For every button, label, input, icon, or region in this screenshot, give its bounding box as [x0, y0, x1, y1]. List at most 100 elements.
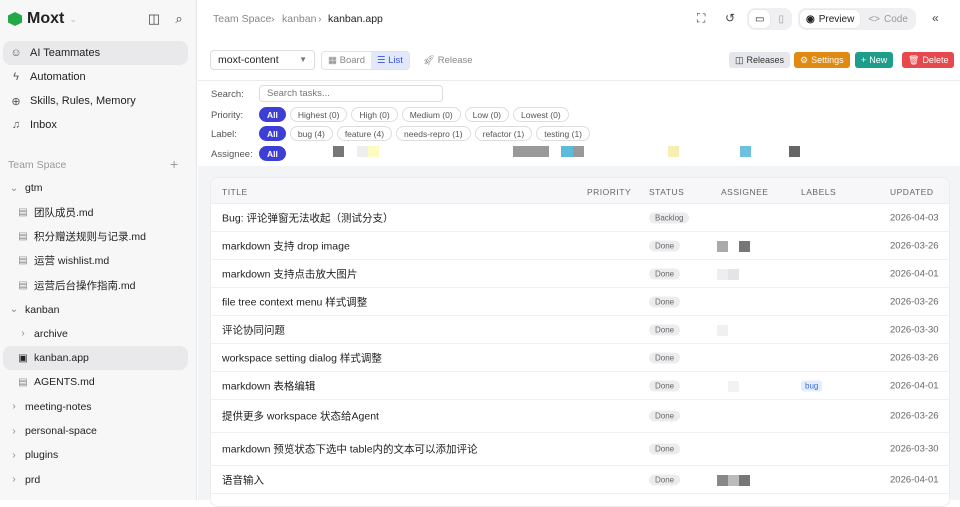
assignee-chip-all[interactable]: All [259, 146, 286, 161]
release-button[interactable]: 🚀︎ Release [423, 55, 473, 66]
breadcrumb-item[interactable]: kanban [282, 13, 316, 25]
updated-date: 2026-03-30 [890, 443, 939, 455]
filter-chip[interactable]: feature (4) [336, 126, 393, 141]
status-badge: Done [649, 443, 681, 455]
avatar[interactable] [573, 146, 584, 157]
col-updated[interactable]: UPDATED [890, 187, 934, 197]
tree-item[interactable]: › plugins [3, 443, 188, 467]
task-title: 评论协同问题 [222, 324, 285, 336]
assignee-avatar [728, 381, 739, 392]
updated-date: 2026-04-03 [890, 212, 939, 223]
settings-button[interactable]: ⚙ Settings [794, 52, 850, 68]
table-row[interactable]: markdown 支持 drop image Done 2026-03-26 [211, 232, 949, 260]
panel-icon: ◫ [735, 54, 744, 65]
filter-chip[interactable]: Lowest (0) [513, 107, 569, 122]
status-badge: Done [649, 268, 681, 279]
fullscreen-icon[interactable]: ⛶ [697, 11, 705, 26]
nav-ai-teammates[interactable]: ☺ AI Teammates [3, 41, 188, 65]
mobile-icon[interactable]: ▯ [772, 10, 790, 28]
filter-chip[interactable]: bug (4) [289, 126, 333, 141]
col-title[interactable]: TITLE [222, 187, 248, 197]
filter-chip[interactable]: refactor (1) [474, 126, 533, 141]
table-row[interactable]: markdown 预览状态下选中 table内的文本可以添加评论 Done 2026… [211, 433, 949, 466]
search-input[interactable] [259, 85, 443, 102]
task-title: 提供更多 workspace 状态给Agent [222, 410, 379, 423]
filter-chip[interactable]: High (0) [351, 107, 398, 122]
tree-item[interactable]: › personal-space [3, 419, 188, 443]
table-row[interactable]: markdown 支持点击放大图片 Done 2026-04-01 [211, 260, 949, 288]
table-row[interactable]: 评论协同问题 Done 2026-03-30 [211, 316, 949, 344]
delete-button[interactable]: 🗑︎ Delete [902, 52, 955, 68]
priority-filter: All Highest (0) High (0) Medium (0) Low (0) L… [259, 107, 569, 122]
filter-chip[interactable]: Highest (0) [289, 107, 348, 122]
board-view-button[interactable]: ▦ Board [322, 52, 371, 69]
add-icon[interactable]: + [170, 156, 178, 172]
moxt-logo-icon [8, 12, 22, 26]
avatar[interactable] [740, 146, 751, 157]
tree-item[interactable]: ▤ 运营 wishlist.md [3, 249, 188, 273]
filter-chip[interactable]: Medium (0) [401, 107, 461, 122]
table-row[interactable]: Bug: 评论弹窗无法收起（测试分支） Backlog 2026-04-03 [211, 204, 949, 232]
avatar[interactable] [368, 146, 379, 157]
list-view-button[interactable]: ☰ List [370, 52, 409, 69]
filter-chip[interactable]: needs-repro (1) [396, 126, 471, 141]
code-tab[interactable]: <> Code [862, 10, 914, 28]
tree-item[interactable]: ▤ 运营后台操作指南.md [3, 273, 188, 297]
avatar[interactable] [357, 146, 368, 157]
tree-item-label: 运营后台操作指南.md [34, 279, 136, 292]
avatar[interactable] [668, 146, 679, 157]
col-status[interactable]: STATUS [649, 187, 684, 197]
sidebar-toggle-icon[interactable]: ◫ [147, 12, 161, 26]
filter-chip[interactable]: Low (0) [464, 107, 510, 122]
col-assignee[interactable]: ASSIGNEE [721, 187, 768, 197]
table-row[interactable]: file tree context menu 样式调整 Done 2026-03-2… [211, 288, 949, 316]
preview-tab[interactable]: ◉ Preview [800, 10, 861, 28]
tree-item[interactable]: ▤ AGENTS.md [3, 370, 188, 394]
collapse-icon[interactable]: « [932, 11, 939, 25]
nav-skills[interactable]: ⊕ Skills, Rules, Memory [3, 89, 188, 113]
sidebar: Moxt ⌄ ◫ ⌕ ☺ AI Teammates ϟ Automation ⊕ Ski… [0, 0, 197, 500]
filter-chip[interactable]: testing (1) [536, 126, 590, 141]
brand-logo[interactable]: Moxt ⌄ [8, 10, 77, 28]
tree-item-label: 积分赠送规则与记录.md [34, 231, 147, 244]
skills-icon: ⊕ [11, 95, 21, 108]
nav-inbox[interactable]: ♫ Inbox [3, 113, 188, 137]
table-row[interactable]: 语音输入 Done 2026-04-01 [211, 466, 949, 494]
app-icon: ▣ [18, 352, 28, 364]
breadcrumb-item[interactable]: Team Space [213, 13, 271, 25]
tree-item[interactable]: › archive [3, 322, 188, 346]
col-priority[interactable]: PRIORITY [587, 187, 631, 197]
table-row[interactable]: workspace setting dialog 样式调整 Done 2026-03… [211, 344, 949, 372]
tree-item[interactable]: ▤ 团队成员.md [3, 200, 188, 224]
avatar[interactable] [561, 146, 573, 157]
desktop-icon[interactable]: ▭ [749, 10, 771, 28]
tree-item[interactable]: ⌄ kanban [3, 298, 188, 322]
project-select[interactable]: moxt-content ▼ [210, 50, 315, 70]
tree-item[interactable]: › meeting-notes [3, 395, 188, 419]
table-row[interactable]: markdown 表格编辑 Done bug 2026-04-01 [211, 372, 949, 400]
file-icon: ▤ [18, 279, 28, 291]
tree-item[interactable]: › prd [3, 468, 188, 492]
status-badge: Done [649, 324, 681, 335]
avatar[interactable] [513, 146, 549, 157]
tree-item-label: gtm [25, 182, 43, 194]
filter-chip[interactable]: All [259, 126, 286, 141]
chevron-right-icon: › [12, 425, 16, 437]
search-icon[interactable]: ⌕ [172, 12, 186, 26]
tree-item[interactable]: ▤ 积分赠送规则与记录.md [3, 225, 188, 249]
new-button[interactable]: + New [855, 52, 894, 68]
file-icon: ▤ [18, 231, 28, 243]
updated-date: 2026-03-26 [890, 410, 939, 422]
avatar[interactable] [333, 146, 344, 157]
tree-item[interactable]: ▣ kanban.app [3, 346, 188, 371]
filter-chip[interactable]: All [259, 107, 286, 122]
view-toggle: ▦ Board ☰ List [321, 51, 410, 70]
nav-label: Inbox [30, 119, 57, 131]
avatar[interactable] [789, 146, 800, 157]
history-icon[interactable]: ↺ [725, 11, 735, 25]
nav-automation[interactable]: ϟ Automation [3, 65, 188, 89]
releases-button[interactable]: ◫ Releases [729, 52, 791, 68]
col-labels[interactable]: LABELS [801, 187, 836, 197]
tree-item[interactable]: ⌄ gtm [3, 176, 188, 200]
table-row[interactable]: 提供更多 workspace 状态给Agent Done 2026-03-26 [211, 400, 949, 433]
